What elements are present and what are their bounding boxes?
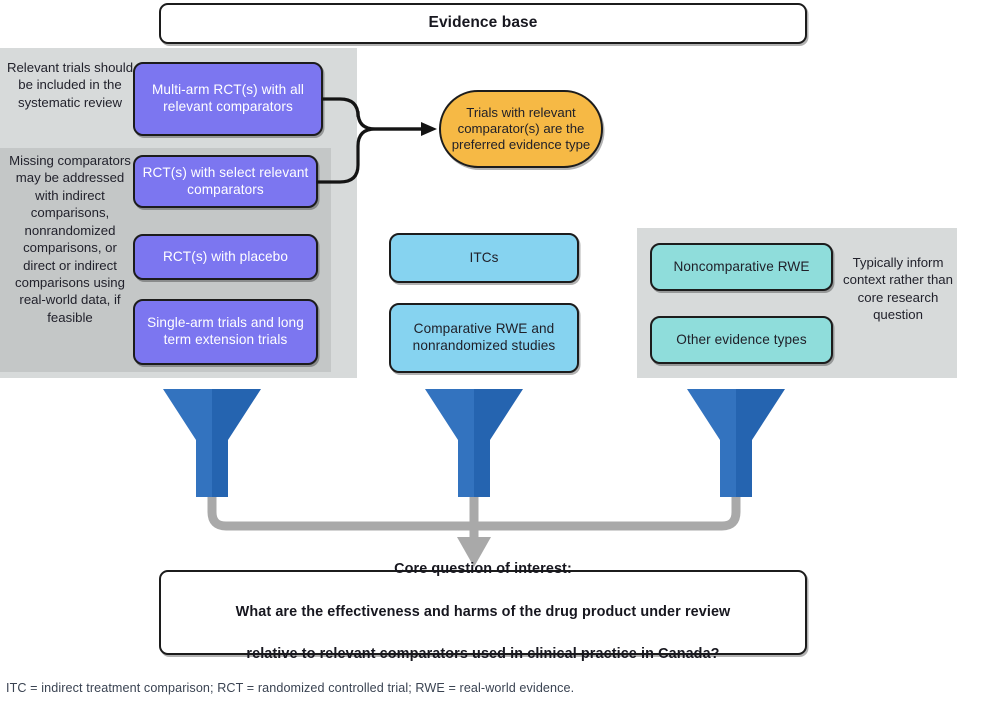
core-question-box: Core question of interest: What are the …: [159, 561, 807, 662]
preferred-evidence-callout-label: Trials with relevant comparator(s) are t…: [451, 104, 591, 153]
core-question-line-1: Core question of interest:: [394, 561, 572, 578]
node-comparative-rwe-label: Comparative RWE and nonrandomized studie…: [412, 321, 556, 353]
node-multi-arm-rct-label: Multi-arm RCT(s) with all relevant compa…: [151, 82, 305, 114]
node-single-arm-trials-label: Single-arm trials and long term extensio…: [147, 315, 304, 347]
node-rct-placebo[interactable]: RCT(s) with placebo: [133, 234, 318, 280]
funnel-center: [425, 389, 523, 497]
node-noncomparative-rwe[interactable]: Noncomparative RWE: [650, 243, 833, 291]
preferred-evidence-callout: Trials with relevant comparator(s) are t…: [439, 90, 603, 168]
abbreviation-footnote: ITC = indirect treatment comparison; RCT…: [6, 681, 575, 695]
evidence-base-header: Evidence base: [159, 3, 807, 44]
node-rct-select-comparators[interactable]: RCT(s) with select relevant comparators: [133, 155, 318, 208]
core-question-line-2: What are the effectiveness and harms of …: [235, 603, 731, 620]
node-noncomparative-rwe-label: Noncomparative RWE: [673, 258, 810, 274]
left-note-middle: Missing comparators may be addressed wit…: [9, 153, 131, 325]
core-question-line-3: relative to relevant comparators used in…: [246, 646, 720, 663]
node-other-evidence-types[interactable]: Other evidence types: [650, 316, 833, 364]
node-single-arm-trials[interactable]: Single-arm trials and long term extensio…: [133, 299, 318, 365]
node-comparative-rwe[interactable]: Comparative RWE and nonrandomized studie…: [389, 303, 579, 373]
node-rct-placebo-label: RCT(s) with placebo: [162, 248, 289, 264]
merge-connector: [207, 488, 741, 546]
left-note-top: Relevant trials should be included in th…: [6, 60, 134, 110]
funnel-right: [687, 389, 785, 497]
node-itcs[interactable]: ITCs: [389, 233, 579, 283]
node-rct-select-comparators-label: RCT(s) with select relevant comparators: [142, 164, 309, 197]
diagram-canvas: Evidence base Relevant trials should be …: [0, 0, 998, 720]
node-itcs-label: ITCs: [469, 249, 499, 265]
node-other-evidence-types-label: Other evidence types: [676, 331, 807, 347]
core-question-text: Core question of interest: What are the …: [224, 559, 743, 666]
node-multi-arm-rct[interactable]: Multi-arm RCT(s) with all relevant compa…: [133, 62, 323, 136]
right-note: Typically inform context rather than cor…: [843, 255, 953, 323]
funnel-left: [163, 389, 261, 497]
evidence-base-header-label: Evidence base: [428, 14, 538, 32]
